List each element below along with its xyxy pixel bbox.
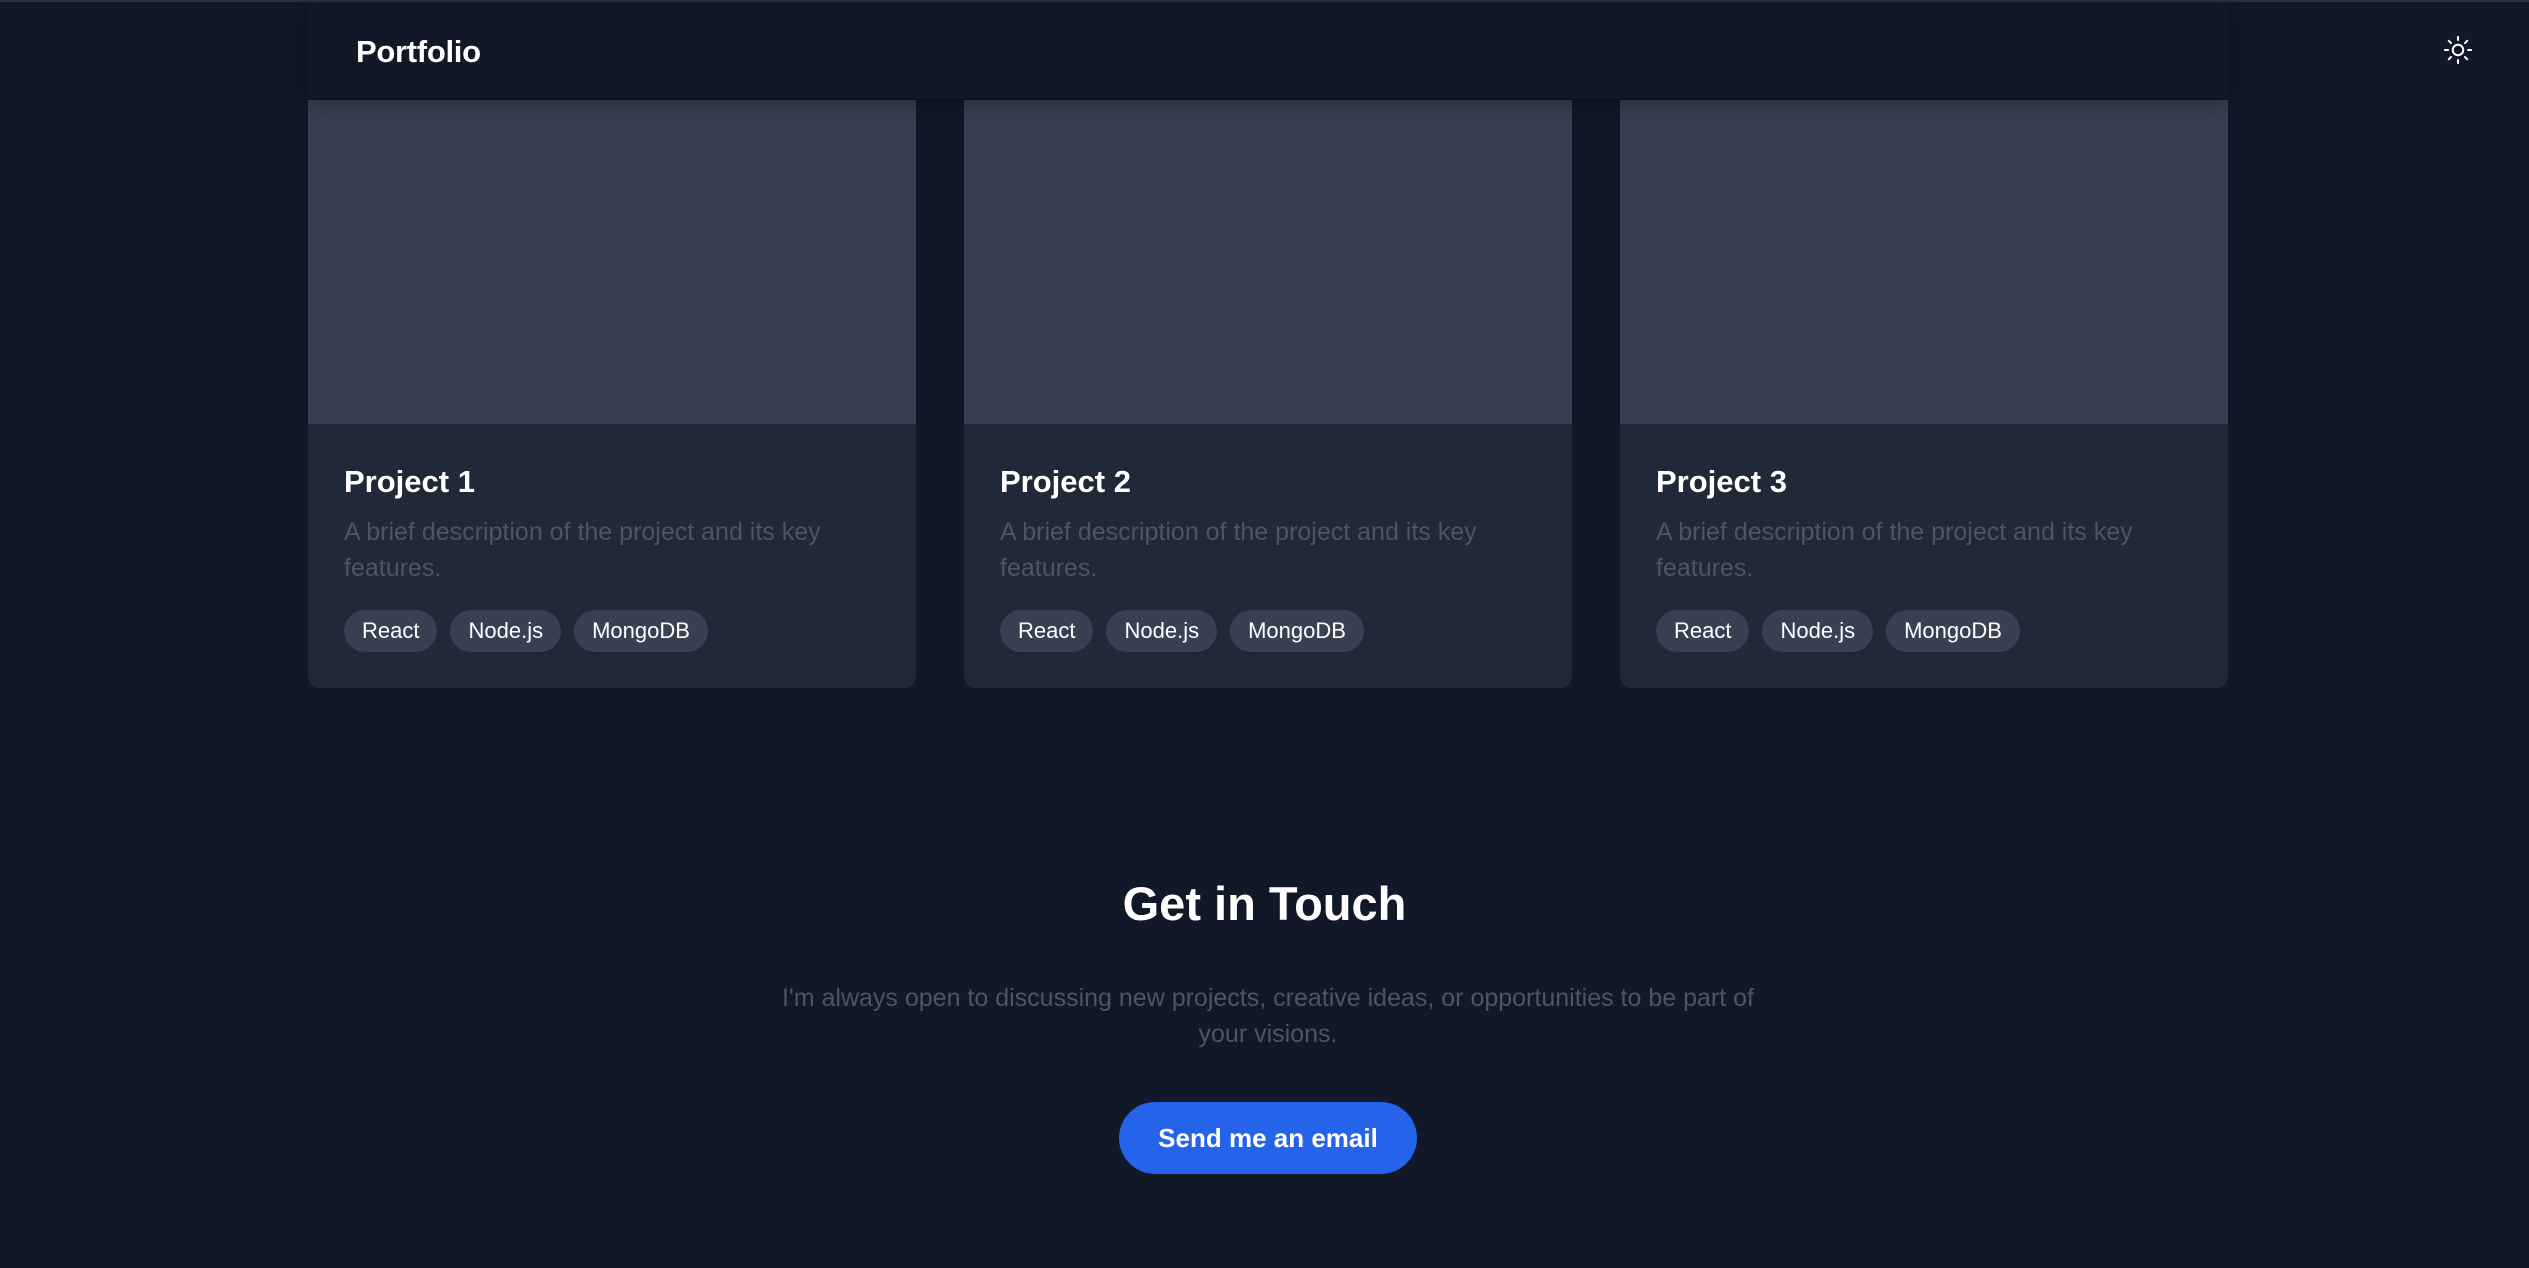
tag-mongodb: MongoDB [1230,610,1364,652]
navbar: Portfolio [308,2,2473,98]
tag-mongodb: MongoDB [574,610,708,652]
send-email-button[interactable]: Send me an email [1119,1102,1417,1174]
project-card[interactable]: Project 2 A brief description of the pro… [964,100,1572,688]
contact-text: I'm always open to discussing new projec… [782,984,1754,1048]
project-image-placeholder [964,100,1572,424]
project-title: Project 3 [1656,464,1787,499]
project-description: A brief description of the project and i… [1656,518,2133,582]
sun-icon [2443,35,2473,65]
projects-grid: Project 1 A brief description of the pro… [308,100,2228,688]
project-tags: React Node.js MongoDB [1000,610,1364,652]
page: Portfolio Project 1 A brief description … [0,0,2529,1268]
tag-nodejs: Node.js [1762,610,1874,652]
project-title: Project 1 [344,464,475,499]
tag-react: React [1656,610,1750,652]
tag-nodejs: Node.js [450,610,562,652]
tag-nodejs: Node.js [1106,610,1218,652]
tag-react: React [344,610,438,652]
project-tags: React Node.js MongoDB [344,610,708,652]
project-card[interactable]: Project 1 A brief description of the pro… [308,100,916,688]
project-description: A brief description of the project and i… [1000,518,1477,582]
theme-toggle-button[interactable] [2438,30,2478,70]
contact-title: Get in Touch [1122,877,1407,930]
tag-mongodb: MongoDB [1886,610,2020,652]
tag-react: React [1000,610,1094,652]
brand-logo[interactable]: Portfolio [356,34,481,70]
project-card[interactable]: Project 3 A brief description of the pro… [1620,100,2228,688]
project-title: Project 2 [1000,464,1131,499]
project-image-placeholder [1620,100,2228,424]
project-tags: React Node.js MongoDB [1656,610,2020,652]
project-image-placeholder [308,100,916,424]
project-description: A brief description of the project and i… [344,518,821,582]
